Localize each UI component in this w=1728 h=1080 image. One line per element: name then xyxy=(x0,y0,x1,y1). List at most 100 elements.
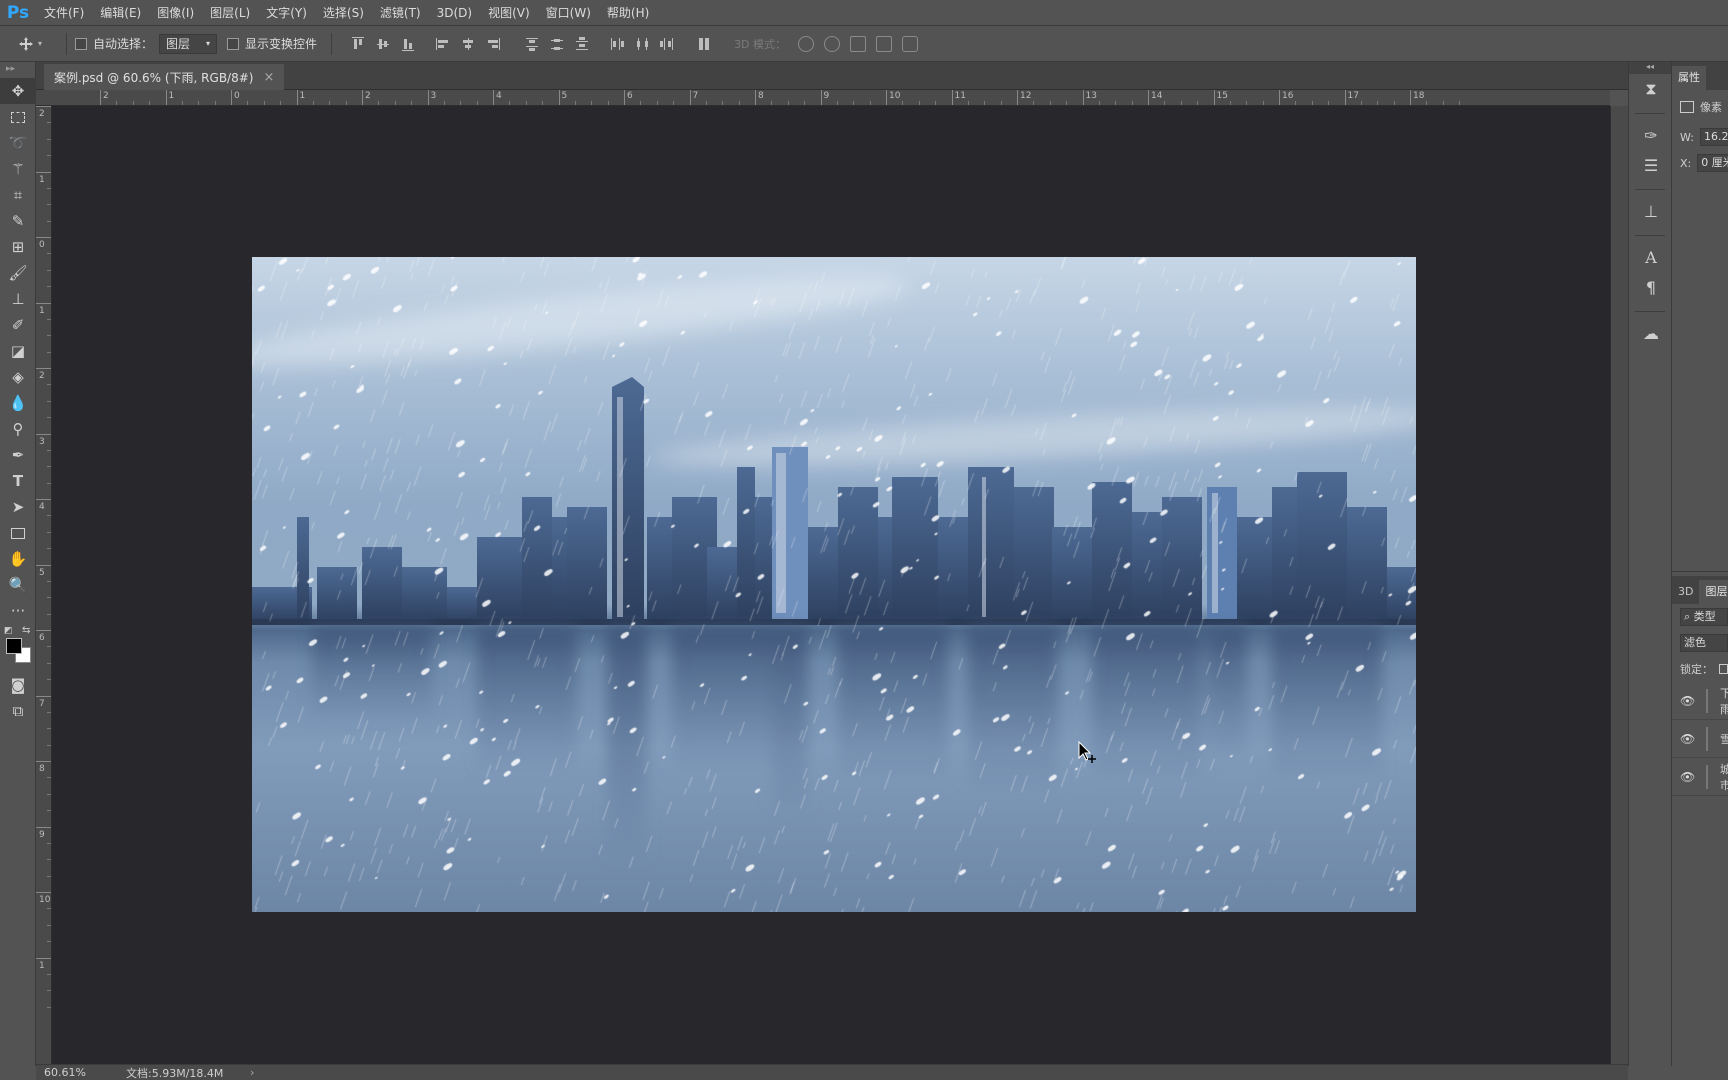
distribute-bottom-icon[interactable] xyxy=(574,36,590,52)
quick-mask-icon[interactable]: ◙ xyxy=(0,672,36,698)
hand-tool-icon[interactable]: ✋ xyxy=(0,546,36,572)
vertical-ruler[interactable]: 2 1 0 1 2 3 4 5 6 7 8 9 10 1 xyxy=(36,106,52,1064)
distribute-right-icon[interactable] xyxy=(659,36,675,52)
marquee-tool-icon[interactable] xyxy=(0,104,36,130)
foreground-color-swatch[interactable] xyxy=(6,638,22,654)
document-canvas-image[interactable] xyxy=(252,257,1416,912)
dodge-tool-icon[interactable]: ⚲ xyxy=(0,416,36,442)
collapse-icon[interactable]: ◂◂ xyxy=(1629,62,1671,74)
ruler-tick: 2 xyxy=(362,90,371,105)
auto-align-icon[interactable] xyxy=(696,36,712,52)
3d-scale-icon[interactable] xyxy=(902,35,919,52)
shape-tool-icon[interactable] xyxy=(0,520,36,546)
paint-bucket-tool-icon[interactable]: ◈ xyxy=(0,364,36,390)
menu-view[interactable]: 视图(V) xyxy=(480,0,538,26)
stamp-tool-icon[interactable]: ⊥ xyxy=(0,286,36,312)
vertical-scrollbar[interactable] xyxy=(1610,106,1628,1064)
ruler-tick: 1 xyxy=(36,171,51,185)
layer-kind-filter[interactable]: ⌕ 类型 xyxy=(1680,608,1728,626)
3d-slide-icon[interactable] xyxy=(876,35,893,52)
show-transform-checkbox[interactable] xyxy=(227,37,240,50)
magic-wand-tool-icon[interactable]: ⚚ xyxy=(0,156,36,182)
menu-edit[interactable]: 编辑(E) xyxy=(92,0,149,26)
more-tools-icon[interactable]: ··· xyxy=(0,598,36,624)
libraries-icon[interactable]: ☁ xyxy=(1629,318,1673,348)
menu-filter[interactable]: 滤镜(T) xyxy=(372,0,429,26)
align-right-icon[interactable] xyxy=(485,36,501,52)
3d-rotate-icon[interactable] xyxy=(798,35,815,52)
path-select-tool-icon[interactable]: ➤ xyxy=(0,494,36,520)
3d-roll-icon[interactable] xyxy=(824,35,841,52)
screen-mode-icon[interactable]: ⧉ xyxy=(0,698,36,724)
align-left-icon[interactable] xyxy=(435,36,451,52)
close-icon[interactable]: × xyxy=(263,70,274,85)
align-bottom-icon[interactable] xyxy=(400,36,416,52)
pen-tool-icon[interactable]: ✒ xyxy=(0,442,36,468)
visibility-eye-icon[interactable]: 👁 xyxy=(1680,770,1695,784)
lock-transparent-icon[interactable] xyxy=(1719,664,1728,674)
auto-select-checkbox[interactable] xyxy=(75,37,87,50)
eyedropper-tool-icon[interactable]: ✎ xyxy=(0,208,36,234)
zoom-level[interactable]: 60.61% xyxy=(36,1066,104,1079)
visibility-eye-icon[interactable]: 👁 xyxy=(1680,694,1695,708)
ruler-tick: 6 xyxy=(624,90,633,105)
blend-mode-dropdown[interactable]: 滤色 xyxy=(1680,634,1728,652)
eraser-tool-icon[interactable]: ◪ xyxy=(0,338,36,364)
character-panel-icon[interactable]: A xyxy=(1629,242,1673,272)
align-top-icon[interactable] xyxy=(350,36,366,52)
lasso-tool-icon[interactable]: ➰ xyxy=(0,130,36,156)
menu-help[interactable]: 帮助(H) xyxy=(599,0,657,26)
layer-row[interactable]: 👁 下雨 xyxy=(1672,682,1728,720)
layer-row[interactable]: 👁 城市 xyxy=(1672,758,1728,796)
brush-tool-icon[interactable]: 🖌 xyxy=(0,260,36,286)
tab-3d[interactable]: 3D xyxy=(1672,580,1699,604)
menu-select[interactable]: 选择(S) xyxy=(315,0,372,26)
status-menu-arrow[interactable]: › xyxy=(250,1066,254,1079)
healing-tool-icon[interactable]: ⊞ xyxy=(0,234,36,260)
collapse-grip-icon[interactable]: ▸▸ xyxy=(0,62,35,78)
width-field[interactable]: 16.26 xyxy=(1699,128,1728,146)
ruler-label: 0 xyxy=(39,240,45,250)
align-vcenter-icon[interactable] xyxy=(375,36,391,52)
swap-colors-icon[interactable]: ⇆ xyxy=(22,625,30,636)
layer-row[interactable]: 👁 雪 xyxy=(1672,720,1728,758)
auto-select-dropdown[interactable]: 图层 ▾ xyxy=(159,33,218,54)
blur-tool-icon[interactable]: 💧 xyxy=(0,390,36,416)
menu-file[interactable]: 文件(F) xyxy=(36,0,92,26)
type-tool-icon[interactable]: T xyxy=(0,468,36,494)
3d-pan-icon[interactable] xyxy=(850,35,867,52)
menu-layer[interactable]: 图层(L) xyxy=(202,0,258,26)
canvas-area[interactable] xyxy=(52,106,1610,1064)
tab-layers[interactable]: 图层 xyxy=(1699,580,1728,604)
horizontal-ruler[interactable]: 2 1 0 1 2 3 4 5 6 7 8 9 10 11 12 13 14 15 16 17 18 xyxy=(58,90,1610,106)
menu-window[interactable]: 窗口(W) xyxy=(538,0,599,26)
distribute-vcenter-icon[interactable] xyxy=(549,36,565,52)
history-panel-icon[interactable]: ⧗ xyxy=(1629,74,1673,104)
visibility-eye-icon[interactable]: 👁 xyxy=(1680,732,1695,746)
align-hcenter-icon[interactable] xyxy=(460,36,476,52)
document-tab[interactable]: 案例.psd @ 60.6% (下雨, RGB/8#) × xyxy=(44,64,285,90)
ruler-label: 2 xyxy=(39,371,45,381)
ruler-origin[interactable] xyxy=(36,90,58,106)
paragraph-panel-icon[interactable]: ¶ xyxy=(1629,272,1673,302)
brush-settings-icon[interactable]: ✑ xyxy=(1629,120,1673,150)
x-label: X: xyxy=(1680,156,1692,170)
tab-properties[interactable]: 属性 xyxy=(1672,66,1706,90)
history-brush-tool-icon[interactable]: ✐ xyxy=(0,312,36,338)
clone-source-icon[interactable]: ⊥ xyxy=(1629,196,1673,226)
menu-image[interactable]: 图像(I) xyxy=(149,0,202,26)
distribute-top-icon[interactable] xyxy=(524,36,540,52)
x-field[interactable]: 0 厘米 xyxy=(1697,154,1728,172)
default-colors-icon[interactable]: ◩ xyxy=(4,626,13,636)
layer-thumbnail xyxy=(1706,688,1708,713)
zoom-tool-icon[interactable]: 🔍 xyxy=(0,572,36,598)
ruler-tick: 3 xyxy=(427,90,436,105)
adjustments-icon[interactable]: ☰ xyxy=(1629,150,1673,180)
tool-preset-picker[interactable]: ▾ xyxy=(18,31,58,57)
move-tool-icon[interactable]: ✥ xyxy=(0,78,36,104)
distribute-left-icon[interactable] xyxy=(609,36,625,52)
menu-type[interactable]: 文字(Y) xyxy=(258,0,315,26)
distribute-hcenter-icon[interactable] xyxy=(634,36,650,52)
crop-tool-icon[interactable]: ⌗ xyxy=(0,182,36,208)
menu-3d[interactable]: 3D(D) xyxy=(429,0,480,26)
